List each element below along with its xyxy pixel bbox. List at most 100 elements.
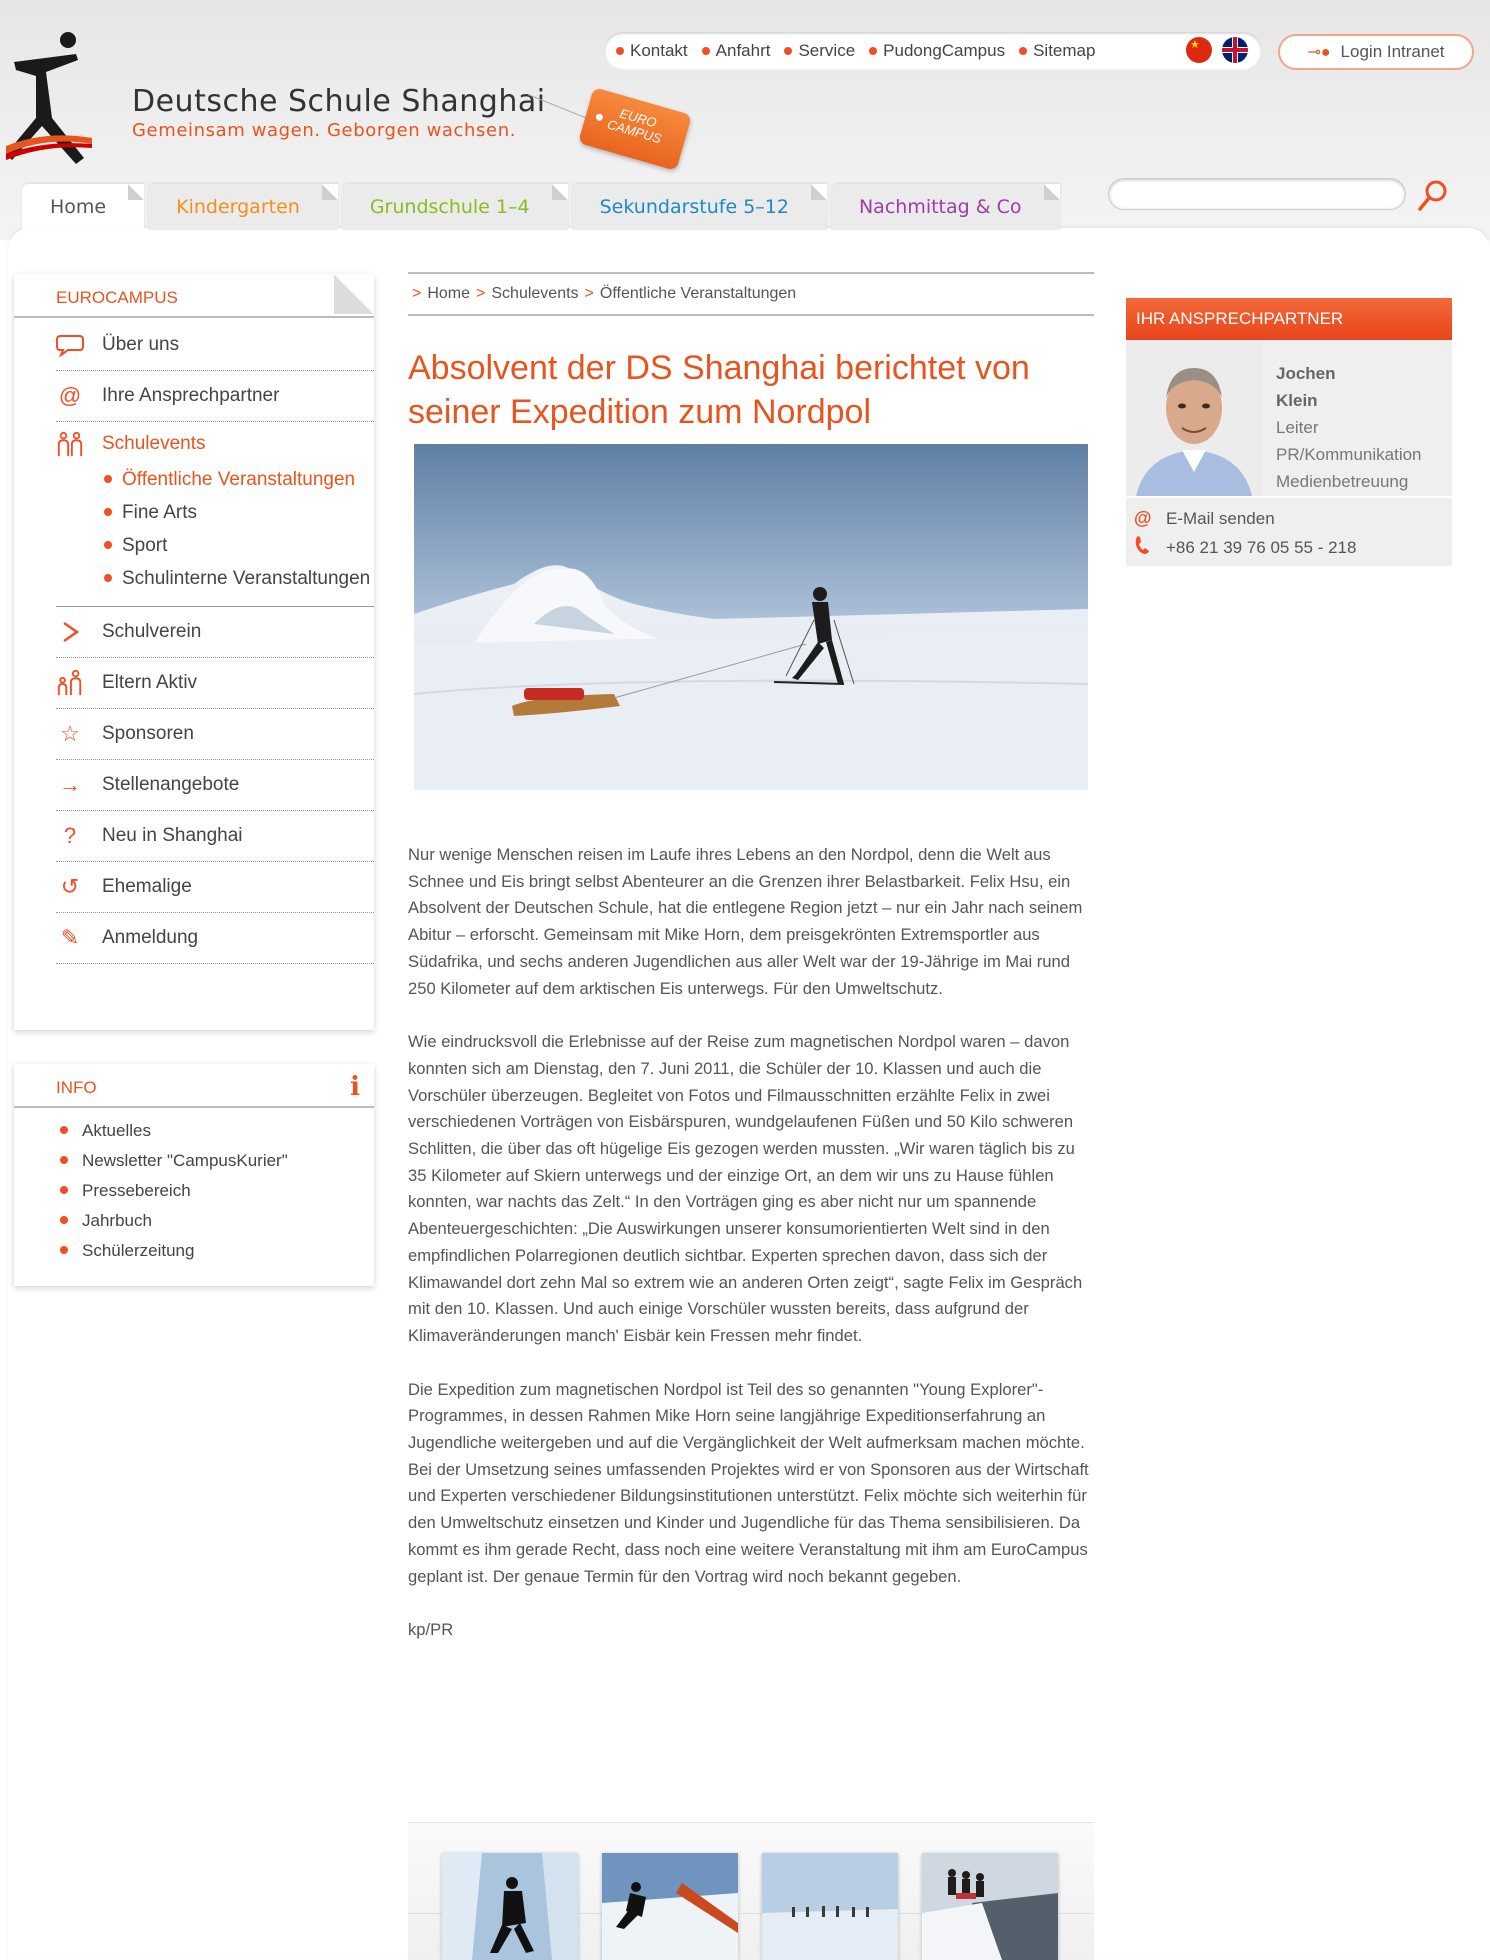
contact-role-line: PR/Kommunikation: [1276, 445, 1422, 464]
people-icon: [56, 430, 84, 458]
contact-last-name: Klein: [1276, 391, 1318, 410]
info-heading-label: INFO: [56, 1078, 97, 1097]
contact-phone-number: +86 21 39 76 05 55 - 218: [1166, 537, 1357, 557]
sidebar-item-label: Ehemalige: [102, 876, 192, 897]
photo-gallery: [408, 1822, 1094, 1960]
subnav-item-schulinterne[interactable]: Schulinterne Veranstaltungen: [104, 565, 374, 593]
question-mark-icon: ?: [63, 823, 77, 848]
topnav-sitemap-link[interactable]: Sitemap: [1019, 41, 1095, 61]
sidebar-item-schulverein[interactable]: Schulverein: [56, 607, 374, 658]
article-title: Absolvent der DS Shanghai berichtet von …: [408, 349, 1030, 431]
topnav-service-link[interactable]: Service: [784, 41, 855, 61]
site-slogan: Gemeinsam wagen. Geborgen wachsen.: [132, 120, 517, 141]
breadcrumb-separator: >: [584, 285, 594, 302]
breadcrumb-current: Öffentliche Veranstaltungen: [599, 285, 797, 302]
pencil-icon: ✎: [60, 925, 80, 950]
breadcrumb: > Home > Schulevents > Öffentliche Veran…: [408, 272, 1094, 316]
tab-grundschule[interactable]: Grundschule 1–4: [341, 184, 568, 230]
chinese-flag-icon[interactable]: [1186, 37, 1212, 63]
article-paragraph-2: Wie eindrucksvoll die Erlebnisse auf der…: [408, 1032, 1083, 1345]
site-title[interactable]: Deutsche Schule Shanghai: [132, 84, 546, 119]
contact-first-name: Jochen: [1276, 364, 1336, 383]
parent-child-icon: [56, 669, 84, 697]
sidebar-heading: EUROCAMPUS: [14, 274, 374, 318]
sidebar-heading-label[interactable]: EUROCAMPUS: [56, 288, 178, 308]
info-heading: INFO i: [14, 1064, 374, 1108]
page-fold-corner: [334, 274, 374, 314]
top-navigation: Kontakt Anfahrt Service PudongCampus Sit…: [604, 32, 1262, 70]
english-flag-icon[interactable]: [1222, 37, 1248, 63]
gallery-thumbnail-sled-haul[interactable]: [602, 1853, 738, 1960]
breadcrumb-home-link[interactable]: Home: [427, 285, 470, 303]
sidebar-item-schulevents[interactable]: Schulevents Öffentliche Veranstaltungen …: [56, 422, 374, 607]
sidebar-item-eltern-aktiv[interactable]: Eltern Aktiv: [56, 658, 374, 709]
sidebar-item-sponsoren[interactable]: ☆ Sponsoren: [56, 709, 374, 760]
contact-name: Jochen Klein: [1276, 360, 1436, 414]
info-link-pressebereich[interactable]: Pressebereich: [60, 1176, 288, 1206]
sidebar-item-label: Neu in Shanghai: [102, 825, 243, 846]
contact-divider: [1126, 496, 1452, 498]
tab-sekundarstufe[interactable]: Sekundarstufe 5–12: [571, 184, 828, 230]
key-icon: ⊸●: [1307, 44, 1331, 61]
sidebar-subnav: Öffentliche Veranstaltungen Fine Arts Sp…: [104, 466, 374, 593]
at-sign-icon: @: [1134, 508, 1152, 528]
sidebar-navigation: EUROCAMPUS Über uns @ Ihre Ansprechpartn…: [14, 274, 374, 1030]
article-paragraph-1: Nur wenige Menschen reisen im Laufe ihre…: [408, 845, 1083, 998]
info-link-newsletter[interactable]: Newsletter "CampusKurier": [60, 1146, 288, 1176]
gallery-thumbnail-open-water[interactable]: [922, 1853, 1058, 1960]
arrow-right-icon: →: [59, 772, 81, 797]
phone-icon: [1134, 535, 1154, 560]
tab-kindergarten[interactable]: Kindergarten: [148, 184, 338, 230]
sidebar-item-label: Ihre Ansprechpartner: [102, 385, 280, 406]
article-author: kp/PR: [408, 1620, 454, 1640]
breadcrumb-schulevents-link[interactable]: Schulevents: [491, 285, 578, 303]
article-body: Nur wenige Menschen reisen im Laufe ihre…: [408, 842, 1094, 1671]
contact-phone: +86 21 39 76 05 55 - 218: [1134, 535, 1356, 560]
login-intranet-button[interactable]: ⊸● Login Intranet: [1278, 34, 1474, 70]
hero-photo-polar-expedition: [414, 444, 1088, 790]
sidebar-item-label: Schulverein: [102, 621, 202, 642]
contact-role-line: Leiter: [1276, 418, 1319, 437]
subnav-item-sport[interactable]: Sport: [104, 532, 374, 560]
sidebar-item-label: Stellenangebote: [102, 774, 240, 795]
sidebar-item-anmeldung[interactable]: ✎ Anmeldung: [56, 913, 374, 964]
sidebar-item-stellenangebote[interactable]: → Stellenangebote: [56, 760, 374, 811]
sidebar-item-ueber-uns[interactable]: Über uns: [56, 320, 374, 371]
gallery-thumbnail-ice-climb[interactable]: [442, 1853, 578, 1960]
sidebar-item-label: Schulevents: [102, 433, 206, 454]
info-link-aktuelles[interactable]: Aktuelles: [60, 1116, 288, 1146]
login-label: Login Intranet: [1340, 42, 1445, 61]
info-link-schuelerzeitung[interactable]: Schülerzeitung: [60, 1236, 288, 1266]
info-link-jahrbuch[interactable]: Jahrbuch: [60, 1206, 288, 1236]
breadcrumb-separator: >: [476, 285, 486, 302]
topnav-kontakt-link[interactable]: Kontakt: [616, 41, 688, 61]
article-paragraph-3: Die Expedition zum magnetischen Nordpol …: [408, 1379, 1089, 1586]
star-icon: ☆: [60, 721, 80, 746]
logo-figure-icon[interactable]: [6, 26, 92, 166]
tab-nachmittag[interactable]: Nachmittag & Co: [830, 184, 1060, 230]
sidebar-item-label: Anmeldung: [102, 927, 199, 948]
play-triangle-icon: [56, 618, 84, 646]
tab-home[interactable]: Home: [22, 184, 145, 230]
search-icon[interactable]: [1416, 178, 1450, 214]
topnav-anfahrt-link[interactable]: Anfahrt: [702, 41, 771, 61]
contact-role-line: Medienbetreuung: [1276, 472, 1409, 491]
info-list: Aktuelles Newsletter "CampusKurier" Pres…: [60, 1116, 288, 1266]
topnav-pudongcampus-link[interactable]: PudongCampus: [869, 41, 1005, 61]
sidebar-item-ansprechpartner[interactable]: @ Ihre Ansprechpartner: [56, 371, 374, 422]
contact-email-link[interactable]: @ E-Mail senden: [1134, 508, 1275, 529]
breadcrumb-separator: >: [412, 285, 422, 302]
contact-photo: [1126, 342, 1262, 496]
contact-email-label: E-Mail senden: [1166, 508, 1275, 528]
sidebar-item-label: Sponsoren: [102, 723, 194, 744]
search-input[interactable]: [1108, 178, 1406, 210]
subnav-item-fine-arts[interactable]: Fine Arts: [104, 499, 374, 527]
contact-heading: IHR ANSPRECHPARTNER: [1126, 298, 1452, 340]
sidebar-menu: Über uns @ Ihre Ansprechpartner Schuleve…: [56, 320, 374, 964]
main-tabs: Home Kindergarten Grundschule 1–4 Sekund…: [22, 184, 1064, 230]
subnav-item-oeffentliche[interactable]: Öffentliche Veranstaltungen: [104, 466, 374, 494]
sidebar-item-ehemalige[interactable]: ↺ Ehemalige: [56, 862, 374, 913]
gallery-thumbnail-group-on-ice[interactable]: [762, 1853, 898, 1960]
sidebar-item-neu-in-shanghai[interactable]: ? Neu in Shanghai: [56, 811, 374, 862]
at-sign-icon: @: [58, 383, 82, 408]
